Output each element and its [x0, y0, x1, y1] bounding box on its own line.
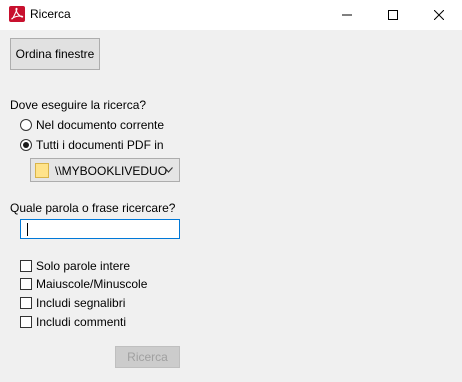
location-dropdown[interactable]: \\MYBOOKLIVEDUO [30, 158, 180, 182]
checkbox-include-bookmarks[interactable]: Includi segnalibri [20, 296, 125, 310]
acrobat-icon [9, 6, 25, 22]
folder-icon [35, 163, 49, 178]
minimize-icon [342, 14, 352, 16]
checkbox-whole-words[interactable]: Solo parole intere [20, 259, 130, 273]
search-button[interactable]: Ricerca [115, 346, 180, 368]
location-value: \\MYBOOKLIVEDUO [55, 164, 168, 178]
radio-button-selected[interactable] [20, 139, 32, 151]
checkbox[interactable] [20, 316, 32, 328]
checkbox-include-comments[interactable]: Includi commenti [20, 315, 126, 329]
checkbox-label: Includi commenti [36, 315, 127, 329]
title-bar: Ricerca [0, 0, 462, 30]
close-icon [434, 10, 444, 20]
maximize-icon [388, 10, 398, 20]
checkbox[interactable] [20, 297, 32, 309]
radio-button[interactable] [20, 119, 32, 131]
checkbox-label: Maiuscole/Minuscole [36, 277, 148, 291]
radio-label: Nel documento corrente [36, 118, 165, 132]
close-button[interactable] [416, 0, 462, 30]
radio-all-pdfs[interactable]: Tutti i documenti PDF in [20, 138, 164, 152]
radio-label: Tutti i documenti PDF in [36, 138, 164, 152]
checkbox[interactable] [20, 260, 32, 272]
arrange-windows-button[interactable]: Ordina finestre [10, 38, 100, 70]
query-label: Quale parola o frase ricercare? [10, 201, 176, 215]
chevron-down-icon [164, 167, 173, 173]
search-input[interactable] [20, 219, 180, 239]
checkbox[interactable] [20, 278, 32, 290]
window-title: Ricerca [30, 7, 71, 21]
checkbox-label: Includi segnalibri [36, 296, 126, 310]
text-caret [27, 223, 28, 236]
checkbox-match-case[interactable]: Maiuscole/Minuscole [20, 277, 147, 291]
checkbox-label: Solo parole intere [36, 259, 131, 273]
maximize-button[interactable] [370, 0, 416, 30]
radio-current-document[interactable]: Nel documento corrente [20, 118, 164, 132]
minimize-button[interactable] [324, 0, 370, 30]
where-label: Dove eseguire la ricerca? [10, 98, 147, 112]
